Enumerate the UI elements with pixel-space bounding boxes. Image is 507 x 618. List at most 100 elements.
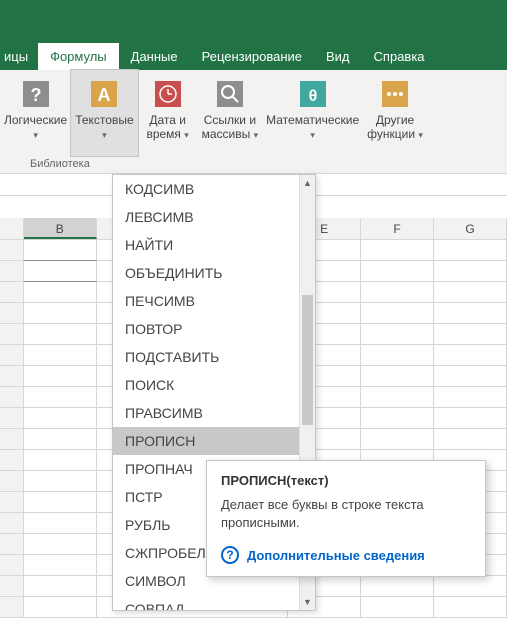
dropdown-item[interactable]: ОБЪЕДИНИТЬ [113,259,299,287]
cell[interactable] [434,324,507,345]
tab-partial[interactable]: ицы [0,43,38,70]
cell[interactable] [361,366,434,387]
cell[interactable] [434,240,507,261]
more-functions-button[interactable]: Другиефункции ▾ [363,70,427,156]
row-header[interactable] [0,576,24,597]
cell[interactable] [24,387,97,408]
cell[interactable] [24,534,97,555]
cell[interactable] [24,345,97,366]
cell[interactable] [361,576,434,597]
row-header[interactable] [0,408,24,429]
dropdown-item[interactable]: СОВПАД [113,595,299,610]
logical-button[interactable]: ? Логические▾ [0,70,71,156]
row-header[interactable] [0,324,24,345]
tab-formulas[interactable]: Формулы [38,43,119,70]
cell[interactable] [24,408,97,429]
function-tooltip: ПРОПИСН(текст) Делает все буквы в строке… [206,460,486,577]
help-icon: ? [221,546,239,564]
chevron-down-icon: ▾ [254,130,259,140]
cell[interactable] [361,597,434,618]
lookup-button[interactable]: Ссылки имассивы ▾ [198,70,263,156]
cell[interactable] [361,387,434,408]
tooltip-help-link[interactable]: ? Дополнительные сведения [221,546,471,564]
cell[interactable] [361,345,434,366]
dropdown-item[interactable]: НАЙТИ [113,231,299,259]
row-header[interactable] [0,492,24,513]
cell[interactable] [24,597,97,618]
cell[interactable] [24,429,97,450]
dropdown-item[interactable]: ПОДСТАВИТЬ [113,343,299,371]
cell[interactable] [434,429,507,450]
cell[interactable] [361,303,434,324]
tooltip-link-text: Дополнительные сведения [247,548,425,563]
cell[interactable] [434,345,507,366]
row-header[interactable] [0,534,24,555]
tab-review[interactable]: Рецензирование [190,43,314,70]
column-header[interactable]: F [361,218,434,239]
math-button[interactable]: θ Математические▾ [262,70,363,156]
tab-help[interactable]: Справка [362,43,437,70]
cell[interactable] [361,240,434,261]
text-button[interactable]: A Текстовые▾ [71,70,137,156]
cell[interactable] [434,366,507,387]
cell[interactable] [24,240,97,261]
cell[interactable] [434,303,507,324]
scroll-up-icon[interactable]: ▲ [300,175,315,191]
row-header[interactable] [0,240,24,261]
row-header[interactable] [0,345,24,366]
cell[interactable] [24,303,97,324]
cell[interactable] [24,282,97,303]
cell[interactable] [361,408,434,429]
cell[interactable] [361,261,434,282]
dropdown-item[interactable]: КОДСИМВ [113,175,299,203]
datetime-button[interactable]: Дата ивремя ▾ [138,70,198,156]
column-header[interactable]: B [24,218,97,239]
row-header[interactable] [0,429,24,450]
cell[interactable] [24,261,97,282]
row-header[interactable] [0,261,24,282]
dropdown-item[interactable]: ЛЕВСИМВ [113,203,299,231]
row-header[interactable] [0,366,24,387]
datetime-label-2: время [146,127,180,141]
svg-text:?: ? [30,85,41,105]
tab-view[interactable]: Вид [314,43,362,70]
scroll-down-icon[interactable]: ▼ [300,594,315,610]
row-header[interactable] [0,450,24,471]
dropdown-item[interactable]: ПОИСК [113,371,299,399]
cell[interactable] [24,366,97,387]
dropdown-item[interactable]: ПРОПИСН [113,427,299,455]
tab-data[interactable]: Данные [119,43,190,70]
cell[interactable] [434,408,507,429]
row-header[interactable] [0,303,24,324]
row-header[interactable] [0,513,24,534]
dropdown-item[interactable]: ПОВТОР [113,315,299,343]
column-header[interactable]: G [434,218,507,239]
dropdown-item[interactable]: ПРАВСИМВ [113,399,299,427]
question-icon: ? [19,77,53,111]
cell[interactable] [361,429,434,450]
row-header[interactable] [0,471,24,492]
row-header[interactable] [0,387,24,408]
select-all-corner[interactable] [0,218,24,239]
cell[interactable] [24,324,97,345]
row-header[interactable] [0,555,24,576]
cell[interactable] [24,513,97,534]
cell[interactable] [434,387,507,408]
cell[interactable] [24,471,97,492]
cell[interactable] [24,492,97,513]
cell[interactable] [361,324,434,345]
cell[interactable] [434,282,507,303]
cell[interactable] [434,576,507,597]
cell[interactable] [434,261,507,282]
cell[interactable] [24,450,97,471]
row-header[interactable] [0,597,24,618]
chevron-down-icon: ▾ [184,130,189,140]
clock-icon [151,77,185,111]
dropdown-item[interactable]: ПЕЧСИМВ [113,287,299,315]
cell[interactable] [361,282,434,303]
row-header[interactable] [0,282,24,303]
cell[interactable] [24,555,97,576]
cell[interactable] [24,576,97,597]
cell[interactable] [434,597,507,618]
scroll-thumb[interactable] [302,295,313,425]
